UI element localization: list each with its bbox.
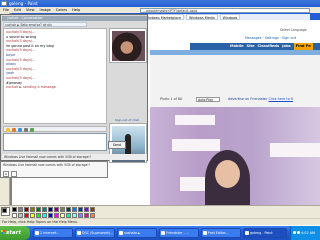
tab-windows-media[interactable]: Windows Media: [185, 14, 218, 20]
site-logo: [152, 24, 192, 36]
nav-classifieds[interactable]: Classifieds: [258, 43, 280, 50]
font-button[interactable]: A: [3, 171, 9, 177]
chat-title: yazhok - Conversation: [2, 16, 147, 21]
paint-status-bar: For Help, click Help Topics on the Help …: [0, 218, 320, 225]
palette-swatch[interactable]: [18, 207, 23, 212]
folder-icon: [77, 231, 81, 235]
emoticon-icon[interactable]: [6, 128, 10, 132]
chat-status-bar: Windows Live Hotmail now comes with 5GB …: [2, 154, 147, 160]
taskbar-paint[interactable]: goleng - Paint: [243, 228, 287, 238]
system-tray: 4:02 AM: [290, 226, 320, 240]
palette-swatch[interactable]: [30, 207, 35, 212]
ad-link[interactable]: Click here to fi: [268, 97, 293, 101]
color-icon[interactable]: [11, 171, 17, 177]
nudge-icon[interactable]: [18, 128, 22, 132]
paint-app-icon: [1, 1, 7, 6]
start-label: start: [6, 230, 21, 236]
ad-text: Advertise on Friendster: [228, 97, 268, 101]
palette-swatch[interactable]: [42, 207, 47, 212]
chat-timestamp: xuchok ► sending a message: [6, 85, 56, 90]
taskbar-messenger[interactable]: sashato ►: [117, 228, 157, 238]
palette-swatch[interactable]: [24, 207, 29, 212]
palette-swatch[interactable]: [48, 207, 53, 212]
clock[interactable]: 4:02 AM: [301, 231, 315, 235]
palette-swatch[interactable]: [72, 207, 77, 212]
messenger-icon: [119, 231, 123, 235]
palette-swatch[interactable]: [54, 207, 59, 212]
palette-swatch[interactable]: [78, 207, 83, 212]
chat-log: xuchok(3 days)... u sound so wrong xucho…: [3, 28, 107, 124]
chat-contact-status: xuchok ► Bato emo(sa? ok pls: [3, 22, 87, 27]
autoplay-control[interactable]: Auto Play: [196, 97, 220, 102]
nav-find-people[interactable]: Find Pe: [293, 43, 313, 50]
nav-mobile[interactable]: Mobile: [230, 43, 244, 50]
taskbar-internet[interactable]: 2 Internet...: [33, 228, 73, 238]
nav-site[interactable]: Site: [247, 43, 255, 50]
photo-sign: [175, 115, 215, 125]
paint-title: goleng - Paint: [9, 1, 38, 6]
send-button[interactable]: Send: [108, 141, 126, 149]
photo-sign: [270, 143, 320, 157]
ad-banner: Advertise on Friendster Click here to fi: [228, 97, 293, 101]
palette-swatch[interactable]: [66, 207, 71, 212]
paint-icon: [245, 231, 249, 235]
tab-windows[interactable]: Windows: [219, 14, 241, 20]
ie-icon: [203, 231, 207, 235]
windows-logo-icon: [1, 230, 5, 234]
wink-icon[interactable]: [12, 128, 16, 132]
photo-counter: Photo 1 of 60: [160, 97, 183, 101]
chat-window: yazhok - Conversation xuchok ► Bato emo(…: [0, 14, 148, 163]
background-icon[interactable]: [30, 128, 34, 132]
palette-swatch[interactable]: [60, 207, 65, 212]
select-language[interactable]: Select Language: [280, 28, 320, 33]
taskbar-dsc[interactable]: DSC (Superwork)...: [75, 228, 115, 238]
site-nav-bar: Mobile Site Classifieds Jobs Find Pe: [190, 43, 320, 50]
notification-box: Windows Live Hotmail now comes with 5GB …: [0, 161, 108, 178]
ie-icon: [35, 231, 39, 235]
network-icon[interactable]: [293, 231, 296, 234]
volume-icon[interactable]: [297, 231, 300, 234]
palette-swatch[interactable]: [12, 207, 17, 212]
sign-out-link[interactable]: Sign out of chat: [115, 118, 139, 122]
account-links[interactable]: Messages · Settings · Sign out: [245, 36, 320, 41]
palette-swatch[interactable]: [36, 207, 41, 212]
notification-text: Windows Live Hotmail now comes with 5GB …: [3, 163, 90, 167]
favorites-bar: Windows Marketplace Windows Media Window…: [140, 14, 310, 20]
start-button[interactable]: start: [0, 226, 30, 240]
contact-avatar[interactable]: [109, 28, 147, 63]
message-input[interactable]: [3, 133, 107, 151]
photo-sign: [172, 139, 220, 151]
address-bar[interactable]: ...peoplemaster/PTF/default.aspx: [140, 8, 310, 13]
taskbar-friendster[interactable]: Friendster - ...: [159, 228, 199, 238]
nav-jobs[interactable]: Jobs: [282, 43, 291, 50]
palette-swatch[interactable]: [90, 207, 95, 212]
format-toolbar: [3, 126, 107, 132]
photo-face: [215, 160, 240, 188]
taskbar-post-editor[interactable]: Post Editor...: [201, 228, 241, 238]
paint-title-bar: goleng - Paint: [0, 0, 320, 7]
color-palette: [0, 205, 320, 218]
taskbar: start 2 Internet... DSC (Superwork)... s…: [0, 226, 320, 240]
tab-windows-marketplace[interactable]: Windows Marketplace: [142, 14, 184, 20]
palette-swatch[interactable]: [84, 207, 89, 212]
voice-clip-icon[interactable]: [24, 128, 28, 132]
contact-avatar-image: [112, 31, 145, 61]
ie-icon: [161, 231, 165, 235]
foreground-color: [2, 208, 7, 213]
